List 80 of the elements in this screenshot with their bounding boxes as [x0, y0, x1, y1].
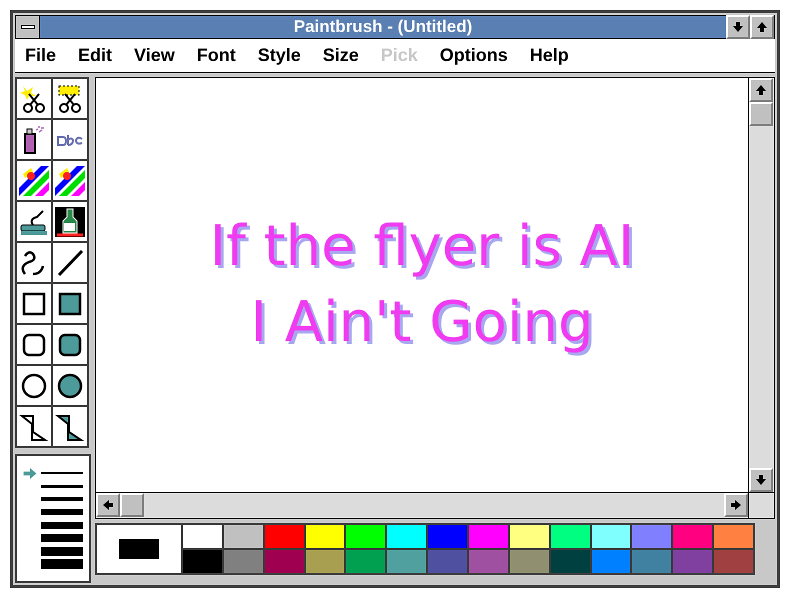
color-swatch[interactable]	[387, 525, 426, 548]
color-swatch[interactable]	[714, 550, 753, 573]
canvas-text: I Ain't Going	[250, 295, 594, 351]
color-swatch[interactable]	[673, 525, 712, 548]
scroll-left-button[interactable]	[96, 493, 120, 517]
color-swatch[interactable]	[183, 550, 222, 573]
horizontal-scrollbar[interactable]	[96, 493, 748, 518]
pointer-icon	[23, 468, 37, 478]
line-size-option[interactable]	[23, 468, 83, 478]
maximize-button[interactable]	[750, 15, 774, 39]
arrow-icon	[755, 84, 767, 96]
arrow-icon	[755, 474, 767, 486]
eraser-color-icon	[19, 166, 49, 196]
tool-button[interactable]	[17, 161, 51, 200]
tool-button[interactable]	[53, 325, 87, 364]
tool-button[interactable]	[17, 407, 51, 446]
color-swatch[interactable]	[428, 550, 467, 573]
scroll-thumb[interactable]	[120, 493, 144, 517]
menu-item[interactable]: Edit	[78, 42, 112, 69]
tool-button[interactable]	[53, 407, 87, 446]
tool-button[interactable]	[53, 243, 87, 282]
color-swatch[interactable]	[673, 550, 712, 573]
line-icon	[55, 248, 85, 278]
color-swatch[interactable]	[550, 525, 590, 548]
menu-item[interactable]: Size	[322, 42, 359, 69]
scroll-thumb[interactable]	[749, 102, 773, 126]
color-swatch[interactable]	[346, 550, 386, 573]
canvas-text: If the flyer is AI	[210, 219, 634, 275]
color-swatch[interactable]	[428, 525, 467, 548]
tool-button[interactable]	[17, 202, 51, 241]
menu-item[interactable]: Font	[196, 42, 236, 69]
color-swatch[interactable]	[592, 525, 630, 548]
color-swatch[interactable]	[306, 525, 344, 548]
color-swatch[interactable]	[264, 525, 304, 548]
tool-button[interactable]	[53, 366, 87, 405]
vertical-scrollbar[interactable]	[748, 78, 774, 492]
eraser-icon	[55, 166, 85, 196]
menu-item[interactable]: Options	[440, 42, 508, 69]
color-swatch[interactable]	[550, 550, 590, 573]
bar-icon	[20, 25, 34, 29]
tool-button[interactable]	[17, 120, 51, 159]
menu-item[interactable]: Help	[530, 42, 569, 69]
color-swatch[interactable]	[264, 550, 304, 573]
bottle-icon	[55, 206, 85, 236]
color-swatch[interactable]	[510, 550, 549, 573]
color-swatch[interactable]	[306, 550, 344, 573]
color-swatch[interactable]	[183, 525, 222, 548]
color-swatch[interactable]	[469, 525, 508, 548]
arrow-icon	[102, 499, 114, 511]
color-swatch[interactable]	[632, 525, 672, 548]
tool-button[interactable]	[17, 325, 51, 364]
tool-button[interactable]	[17, 243, 51, 282]
system-menu-button[interactable]	[16, 16, 40, 38]
scroll-up-button[interactable]	[749, 78, 773, 102]
scroll-right-button[interactable]	[724, 493, 748, 517]
menu-item[interactable]: View	[134, 42, 175, 69]
tool-button[interactable]	[53, 79, 87, 118]
color-swatch[interactable]	[224, 550, 263, 573]
color-swatch[interactable]	[346, 525, 386, 548]
scroll-down-button[interactable]	[749, 468, 773, 492]
color-swatch[interactable]	[592, 550, 630, 573]
tool-button[interactable]	[17, 366, 51, 405]
arrow-icon	[732, 21, 744, 33]
tool-button[interactable]	[53, 202, 87, 241]
arrow-icon	[756, 21, 768, 33]
color-swatch[interactable]	[224, 525, 263, 548]
tool-button[interactable]	[17, 79, 51, 118]
tool-button[interactable]	[53, 284, 87, 323]
color-swatch[interactable]	[632, 550, 672, 573]
color-swatch[interactable]	[469, 550, 508, 573]
arrow-icon	[730, 499, 742, 511]
menu-item[interactable]: Style	[258, 42, 301, 69]
tool-button[interactable]	[17, 284, 51, 323]
window-title: Paintbrush - (Untitled)	[292, 16, 474, 38]
minimize-button[interactable]	[726, 15, 750, 39]
tool-button[interactable]	[53, 161, 87, 200]
color-swatch[interactable]	[714, 525, 753, 548]
color-swatch[interactable]	[510, 525, 549, 548]
color-swatch[interactable]	[387, 550, 426, 573]
menu-item[interactable]: File	[25, 42, 56, 69]
